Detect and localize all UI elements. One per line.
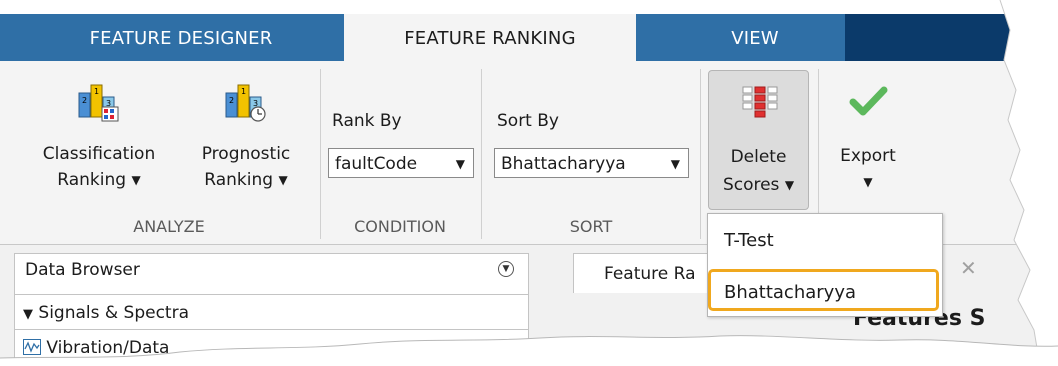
sort-by-value: Bhattacharyya [501, 154, 626, 174]
caret-down-icon: ▼ [455, 157, 465, 171]
expand-caret-icon: ▼ [23, 307, 33, 322]
menu-item-t-test[interactable]: T-Test [724, 230, 774, 251]
caret-down-icon: ▼ [278, 173, 288, 187]
app-window: FEATURE DESIGNER FEATURE RANKING VIEW 2 … [0, 0, 1058, 366]
prognostic-ranking-label-2-text: Ranking [204, 170, 274, 190]
svg-text:1: 1 [241, 87, 246, 96]
prognostic-ranking-label-2: Ranking ▼ [180, 167, 312, 193]
tab-feature-designer[interactable]: FEATURE DESIGNER [56, 14, 306, 61]
delete-scores-label-2: Scores ▼ [709, 175, 808, 195]
export-button[interactable]: Export ▼ [826, 81, 910, 195]
delete-scores-button[interactable]: Delete Scores ▼ [708, 70, 809, 210]
delete-scores-icon [742, 86, 778, 118]
tab-strip-dark-area [845, 14, 1058, 61]
svg-text:2: 2 [82, 96, 87, 105]
svg-text:2: 2 [229, 96, 234, 105]
prognostic-ranking-button[interactable]: 2 1 3 Prognostic Ranking ▼ [180, 79, 312, 193]
svg-text:1: 1 [94, 87, 99, 96]
group-label-analyze: ANALYZE [133, 217, 205, 236]
caret-down-icon: ▼ [131, 173, 141, 187]
rank-by-dropdown[interactable]: faultCode ▼ [328, 148, 474, 178]
separator [700, 69, 701, 239]
data-browser-panel: Data Browser ▼ ▼ Signals & Spectra Vibra… [14, 253, 529, 366]
prognostic-ranking-icon: 2 1 3 [225, 84, 266, 122]
menu-highlight [708, 269, 939, 311]
delete-scores-label-2-text: Scores [722, 175, 780, 195]
rank-by-label: Rank By [332, 111, 402, 131]
classification-ranking-button[interactable]: 2 1 3 Classification Ranking ▼ [24, 79, 174, 193]
caret-down-icon: ▼ [784, 178, 795, 192]
caret-down-icon: ▼ [863, 175, 873, 189]
classification-ranking-label-2: Ranking ▼ [24, 167, 174, 193]
classification-ranking-icon: 2 1 3 [78, 84, 119, 122]
sort-by-dropdown[interactable]: Bhattacharyya ▼ [494, 148, 689, 178]
collapse-icon[interactable]: ▼ [498, 261, 514, 277]
tab-feature-ranking[interactable]: FEATURE RANKING [344, 14, 636, 64]
classification-ranking-label-2-text: Ranking [57, 170, 127, 190]
signal-item-label: Vibration/Data [46, 338, 170, 358]
caret-down-icon: ▼ [670, 157, 680, 171]
separator [481, 69, 482, 239]
tab-view[interactable]: VIEW [700, 14, 810, 61]
export-label: Export [840, 146, 896, 166]
group-label-sort: SORT [569, 217, 613, 236]
classification-ranking-label-1: Classification [42, 144, 156, 164]
signal-icon [23, 339, 41, 355]
signals-spectra-section[interactable]: ▼ Signals & Spectra [15, 294, 528, 330]
prognostic-ranking-label-1: Prognostic [201, 144, 291, 164]
delete-scores-label-1: Delete [730, 147, 787, 167]
separator [320, 69, 321, 239]
data-browser-title: Data Browser [25, 260, 140, 280]
close-icon[interactable]: ✕ [960, 256, 977, 280]
group-label-condition: CONDITION [354, 217, 446, 236]
signal-list-item[interactable]: Vibration/Data [23, 338, 169, 358]
tab-strip: FEATURE DESIGNER FEATURE RANKING VIEW [0, 14, 1058, 64]
document-tab-feature-ranking[interactable]: Feature Ra [573, 253, 723, 293]
rank-by-value: faultCode [335, 154, 418, 174]
signals-spectra-label: Signals & Spectra [38, 303, 190, 323]
export-check-icon [849, 86, 888, 116]
sort-by-label: Sort By [497, 111, 559, 131]
